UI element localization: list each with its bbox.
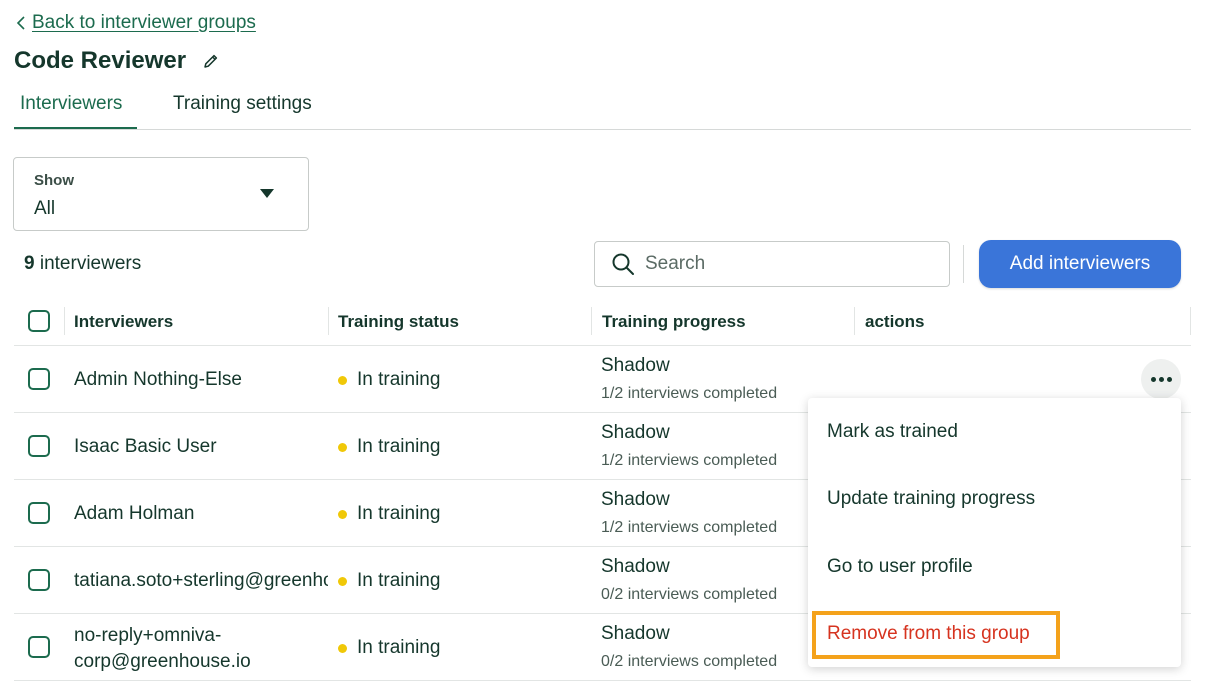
show-filter-label: Show (34, 172, 74, 189)
training-progress-text: 0/2 interviews completed (601, 586, 778, 603)
active-tab-indicator (14, 127, 137, 129)
status-dot (338, 643, 347, 653)
training-status: In training (338, 436, 440, 458)
status-dot (338, 509, 347, 519)
interviewer-count: 9 interviewers (24, 253, 141, 275)
status-dot (338, 576, 347, 586)
menu-item-mark-as-trained[interactable]: Mark as trained (827, 421, 958, 443)
search-input[interactable] (645, 253, 925, 275)
edit-title-button[interactable] (196, 46, 226, 76)
row-actions-menu: Mark as trained Update training progress… (808, 398, 1181, 667)
row-checkbox[interactable] (28, 636, 50, 658)
caret-down-icon (260, 189, 274, 198)
training-status: In training (338, 503, 440, 525)
row-checkbox[interactable] (28, 435, 50, 457)
status-label: In training (357, 503, 441, 524)
search-icon (612, 253, 634, 275)
title-row: Code Reviewer (14, 46, 226, 76)
back-link[interactable]: Back to interviewer groups (16, 12, 256, 34)
menu-item-go-to-user-profile[interactable]: Go to user profile (827, 556, 973, 578)
interviewer-name: tatiana.soto+sterling@greenhouse.io (74, 570, 328, 591)
interviewer-name: Adam Holman (74, 503, 195, 524)
training-stage: Shadow (601, 489, 670, 510)
more-actions-button[interactable] (1141, 359, 1181, 399)
training-progress-text: 1/2 interviews completed (601, 519, 778, 536)
table-header: Interviewers Training status Training pr… (14, 297, 1191, 346)
search-box[interactable] (594, 241, 950, 287)
interviewer-name: Isaac Basic User (74, 436, 217, 457)
tab-interviewers[interactable]: Interviewers (20, 93, 122, 115)
select-all-checkbox[interactable] (28, 310, 50, 332)
menu-item-update-training-progress[interactable]: Update training progress (827, 488, 1035, 510)
training-status: In training (338, 570, 440, 592)
add-interviewers-button[interactable]: Add interviewers (979, 240, 1181, 288)
interviewer-count-suffix: interviewers (34, 253, 142, 274)
show-filter-select[interactable]: Show All (13, 157, 309, 231)
header-actions: actions (865, 312, 925, 331)
header-training-status[interactable]: Training status (338, 312, 459, 332)
training-stage: Shadow (601, 623, 670, 644)
chevron-left-icon (16, 16, 25, 30)
training-status: In training (338, 369, 440, 391)
column-separator (854, 307, 855, 335)
column-separator (64, 307, 65, 335)
more-horizontal-icon (1150, 376, 1156, 382)
training-progress-text: 1/2 interviews completed (601, 452, 778, 469)
interviewer-count-number: 9 (24, 253, 35, 274)
training-status: In training (338, 637, 440, 659)
menu-item-remove-from-group[interactable]: Remove from this group (827, 623, 1030, 645)
row-checkbox[interactable] (28, 368, 50, 390)
column-separator (591, 307, 592, 335)
toolbar-divider (963, 245, 964, 283)
status-label: In training (357, 637, 441, 658)
interviewer-name: no-reply+omniva-corp@greenhouse.io (74, 625, 251, 672)
pencil-icon (204, 54, 218, 68)
header-interviewers[interactable]: Interviewers (74, 312, 173, 332)
status-dot (338, 375, 347, 385)
interviewer-name: Admin Nothing-Else (74, 369, 242, 390)
status-label: In training (357, 369, 441, 390)
status-label: In training (357, 570, 441, 591)
header-training-progress[interactable]: Training progress (602, 312, 746, 332)
status-dot (338, 442, 347, 452)
training-stage: Shadow (601, 355, 670, 376)
status-label: In training (357, 436, 441, 457)
column-separator (328, 307, 329, 335)
row-checkbox[interactable] (28, 502, 50, 524)
tab-bar: Interviewers Training settings (14, 88, 1191, 130)
training-stage: Shadow (601, 422, 670, 443)
tab-training-settings[interactable]: Training settings (173, 93, 312, 115)
column-separator (1190, 307, 1191, 335)
training-stage: Shadow (601, 556, 670, 577)
show-filter-value: All (34, 198, 56, 219)
page-title: Code Reviewer (14, 47, 187, 74)
training-progress-text: 1/2 interviews completed (601, 385, 778, 402)
training-progress-text: 0/2 interviews completed (601, 653, 778, 670)
row-checkbox[interactable] (28, 569, 50, 591)
back-link-label: Back to interviewer groups (32, 12, 256, 33)
